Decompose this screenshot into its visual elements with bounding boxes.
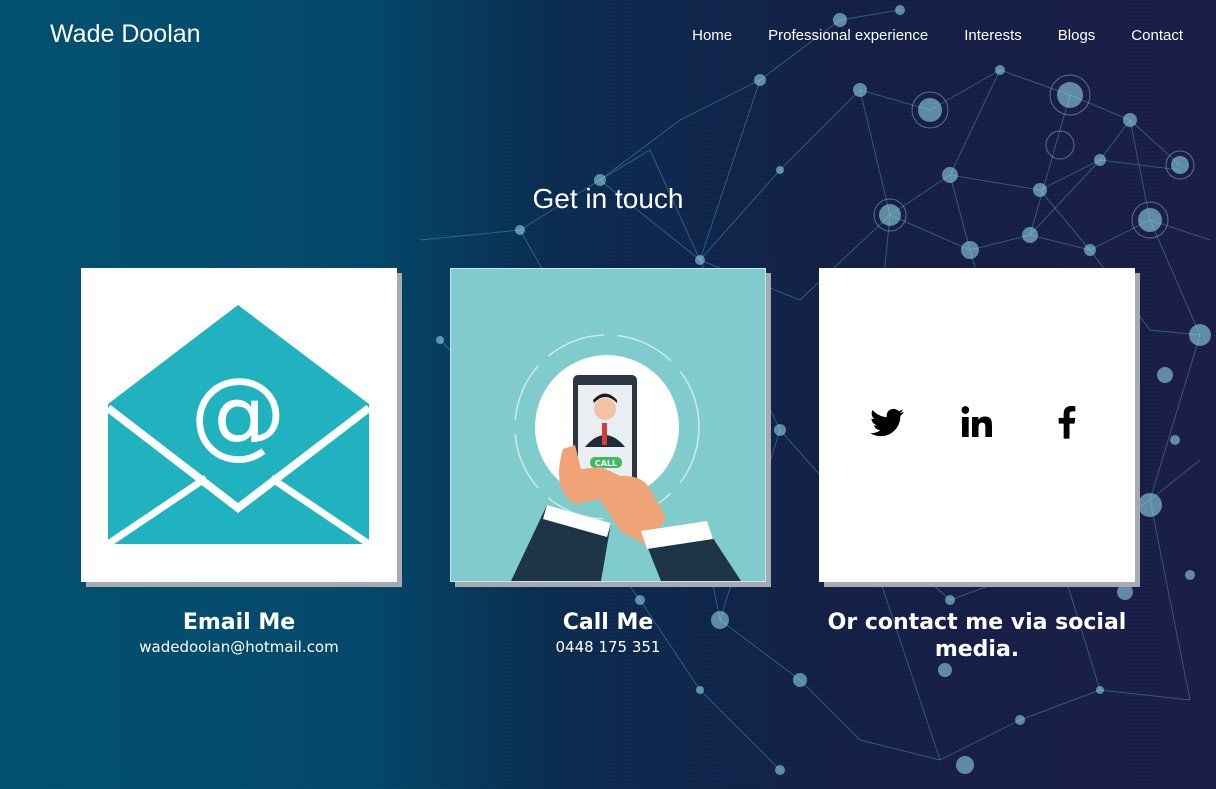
nav-professional-experience[interactable]: Professional experience: [768, 27, 928, 44]
section-title: Get in touch: [532, 183, 684, 214]
call-caption: Call Me 0448 175 351: [450, 609, 766, 656]
main-nav: Home Professional experience Interests B…: [692, 27, 1183, 44]
social-heading: Or contact me via social media.: [827, 610, 1127, 662]
envelope-icon: @: [105, 305, 372, 547]
call-badge-label: CALL: [595, 459, 617, 468]
call-card[interactable]: CALL: [450, 268, 766, 582]
nav-blogs[interactable]: Blogs: [1058, 27, 1096, 44]
email-address[interactable]: wadedoolan@hotmail.com: [81, 638, 397, 656]
call-heading: Call Me: [562, 610, 654, 635]
site-brand[interactable]: Wade Doolan: [50, 20, 201, 49]
twitter-icon[interactable]: [867, 402, 907, 442]
nav-home[interactable]: Home: [692, 27, 732, 44]
svg-text:@: @: [190, 357, 286, 469]
facebook-icon[interactable]: [1047, 402, 1087, 442]
nav-contact[interactable]: Contact: [1131, 27, 1183, 44]
email-caption: Email Me wadedoolan@hotmail.com: [81, 609, 397, 656]
email-heading: Email Me: [182, 610, 296, 635]
phone-number[interactable]: 0448 175 351: [450, 638, 766, 656]
email-card[interactable]: @: [81, 268, 397, 582]
phone-call-illustration: CALL: [511, 334, 741, 581]
social-card: [819, 268, 1135, 582]
social-caption: Or contact me via social media.: [819, 609, 1135, 663]
nav-interests[interactable]: Interests: [964, 27, 1022, 44]
linkedin-icon[interactable]: [957, 402, 997, 442]
